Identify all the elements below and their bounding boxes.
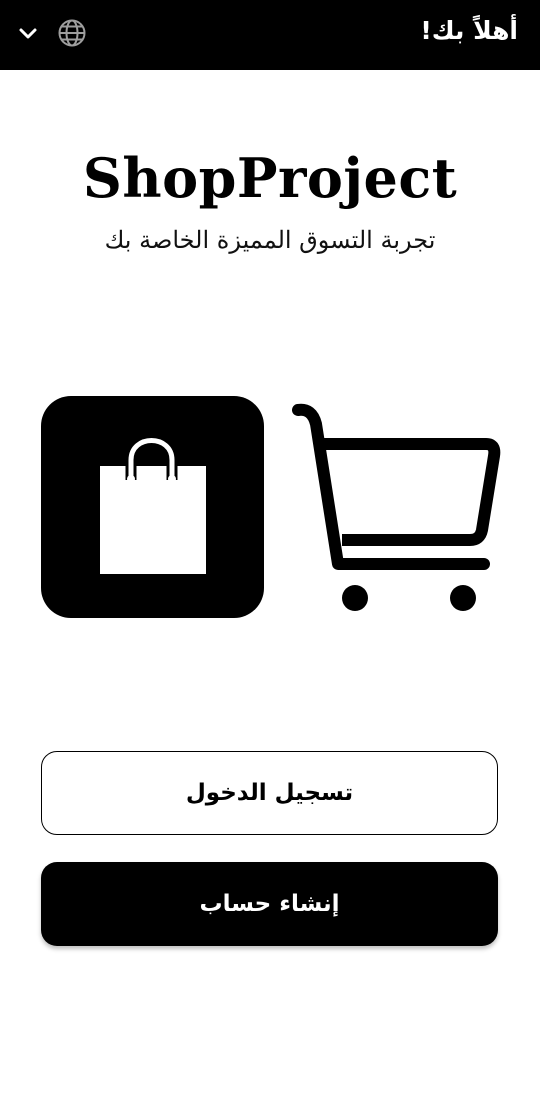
top-app-bar: أهلاً بك! <box>0 0 540 70</box>
login-button-label: تسجيل الدخول <box>185 780 354 806</box>
create-account-button[interactable]: إنشاء حساب <box>41 862 498 946</box>
chevron-down-icon[interactable] <box>12 17 44 49</box>
shopping-cart-icon <box>286 398 506 618</box>
language-selector[interactable] <box>12 13 88 53</box>
welcome-text: أهلاً بك! <box>420 16 518 45</box>
app-title: ShopProject <box>82 146 458 210</box>
create-account-button-label: إنشاء حساب <box>199 891 340 917</box>
shopping-bag-icon <box>41 396 264 618</box>
globe-icon[interactable] <box>56 17 88 49</box>
app-subtitle: تجربة التسوق المميزة الخاصة بك <box>104 226 436 254</box>
login-button[interactable]: تسجيل الدخول <box>41 751 498 835</box>
welcome-screen: أهلاً بك! ShopProject تجربة التسوق الممي… <box>0 0 540 1107</box>
